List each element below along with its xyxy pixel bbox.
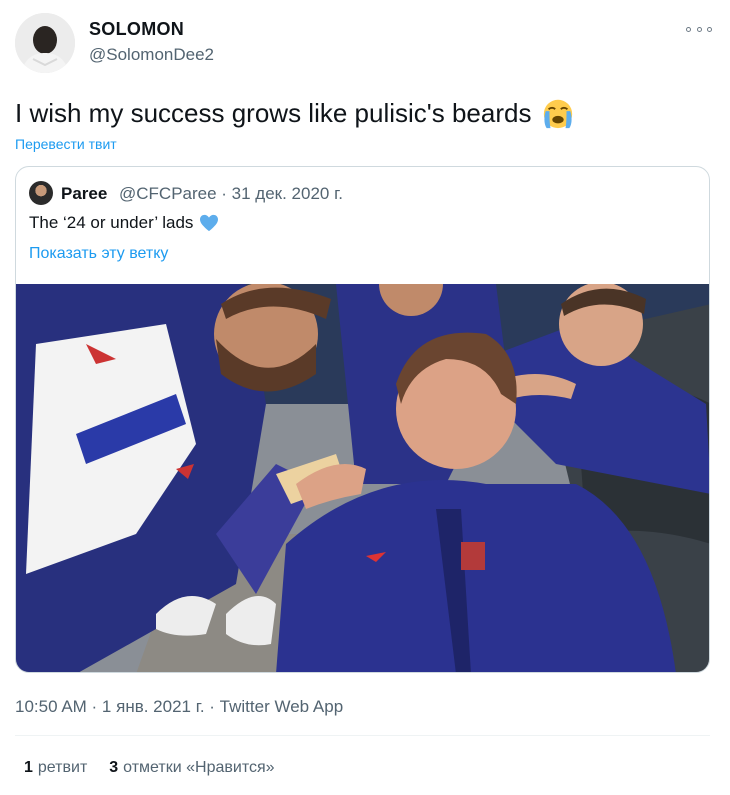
likes-count: 3 xyxy=(109,759,119,776)
quoted-author-handle-date[interactable]: @CFCParee · 31 дек. 2020 г. xyxy=(119,184,343,204)
loudly-crying-face-emoji xyxy=(544,99,573,129)
quoted-tweet-card[interactable]: Paree @CFCParee · 31 дек. 2020 г. The ‘2… xyxy=(15,166,710,673)
quoted-tweet-text-row: The ‘24 or under’ lads xyxy=(29,213,219,233)
more-options-icon[interactable] xyxy=(686,22,712,36)
tweet-timestamp[interactable]: 10:50 AM · 1 янв. 2021 г. · Twitter Web … xyxy=(15,697,343,717)
likes-stat[interactable]: 3 отметки «Нравится» xyxy=(109,759,274,777)
author-avatar[interactable] xyxy=(15,13,75,73)
blue-heart-emoji xyxy=(200,214,219,232)
likes-label: отметки «Нравится» xyxy=(123,759,275,776)
author-display-name[interactable]: SOLOMON xyxy=(89,19,184,40)
translate-tweet-link[interactable]: Перевести твит xyxy=(15,136,117,152)
retweets-label: ретвит xyxy=(37,759,88,776)
engagement-stats: 1 ретвит 3 отметки «Нравится» xyxy=(24,759,297,777)
retweets-stat[interactable]: 1 ретвит xyxy=(24,759,87,777)
divider xyxy=(15,735,710,736)
show-thread-link[interactable]: Показать эту ветку xyxy=(29,245,168,263)
quoted-author-avatar[interactable] xyxy=(29,181,53,205)
tweet-text-row: I wish my success grows like pulisic's b… xyxy=(15,96,575,130)
quoted-tweet-text: The ‘24 or under’ lads xyxy=(29,213,194,232)
quoted-author-name[interactable]: Paree xyxy=(61,184,107,204)
tweet-text: I wish my success grows like pulisic's b… xyxy=(15,97,532,128)
author-handle[interactable]: @SolomonDee2 xyxy=(89,45,214,65)
retweets-count: 1 xyxy=(24,759,33,776)
tweet-photo[interactable] xyxy=(16,284,710,673)
